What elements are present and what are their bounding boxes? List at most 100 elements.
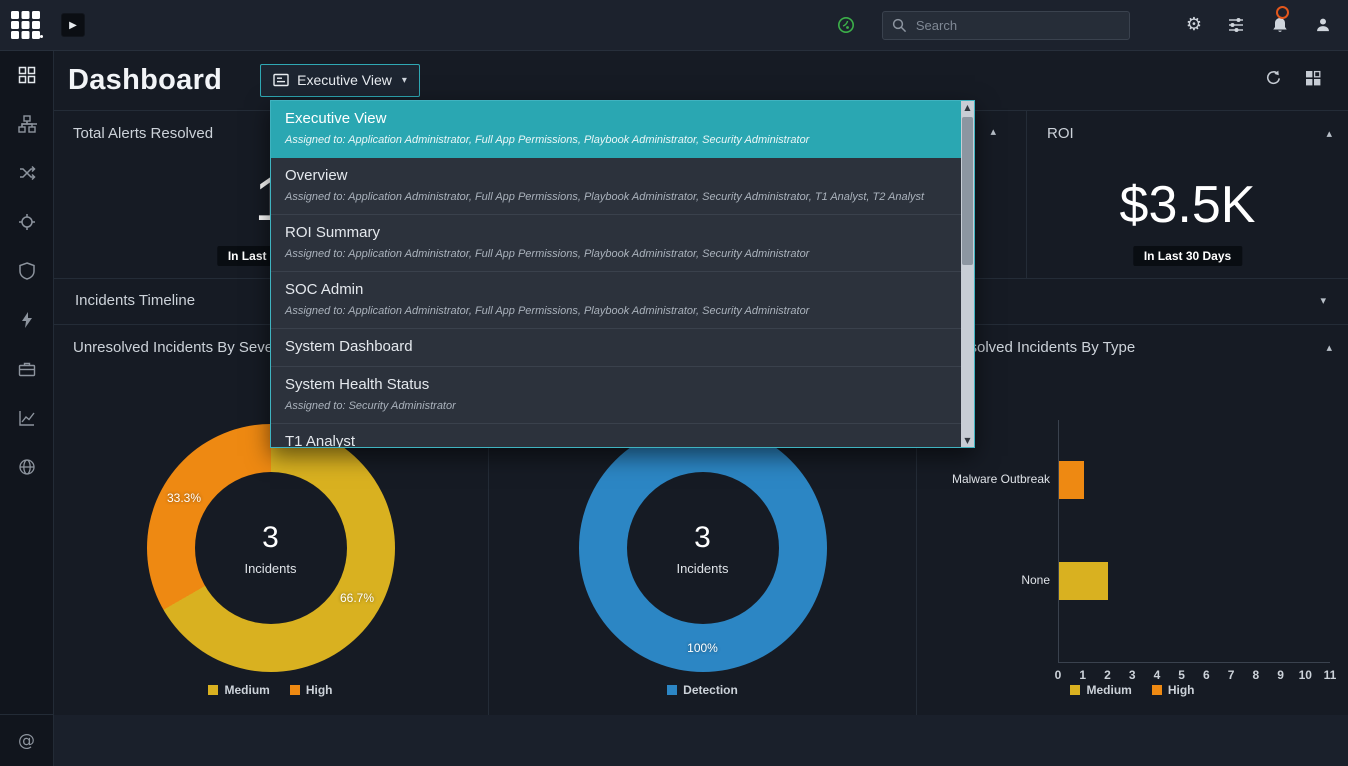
sidebar-item-dashboard[interactable] [0,50,53,99]
donut-center: 3 Incidents [627,472,779,624]
page-title: Dashboard [68,64,222,97]
type-bar-chart[interactable]: 01234567891011 Malware OutbreakNone [917,420,1330,695]
expand-icon[interactable]: ▾ [1320,294,1326,307]
bar-chart-x-axis: 01234567891011 [1058,668,1330,684]
scroll-down-icon[interactable]: ▼ [961,436,974,445]
bar-category-label: None [917,573,1050,587]
widget-title: Unresolved Incidents By Severity [73,339,293,356]
dropdown-item-assigned: Assigned to: Application Administrator, … [285,190,946,205]
refresh-icon[interactable] [1264,69,1282,87]
bolt-icon [17,310,37,330]
search-input[interactable] [914,17,1121,34]
widget-roi: ROI ▴ $3.5K In Last 30 Days [1026,111,1348,278]
dropdown-item-assigned: Assigned to: Application Administrator, … [285,304,946,319]
play-button[interactable]: ▶ [61,13,85,37]
donut-percent-label: 66.7% [340,591,374,605]
dropdown-item-label: ROI Summary [285,223,946,243]
dropdown-item-label: Executive View [285,109,946,129]
legend-label: High [306,683,333,697]
scroll-up-icon[interactable]: ▲ [961,103,974,112]
bar-category-label: Malware Outbreak [917,472,1050,486]
legend-swatch [290,685,300,695]
dropdown-item-assigned: Assigned to: Application Administrator, … [285,133,946,148]
sidebar-item-shuffle[interactable] [0,148,53,197]
bar-chart-plot-area [1058,420,1330,663]
widget-title: Incidents Timeline [75,292,195,309]
app-logo[interactable] [11,11,41,39]
x-axis-tick-label: 9 [1277,668,1284,682]
bar[interactable] [1059,461,1084,499]
search-icon [891,17,908,34]
sidebar-item-globe[interactable] [0,442,53,491]
search-box[interactable] [882,11,1130,40]
user-avatar-icon[interactable] [1314,16,1332,34]
shield-icon [17,261,37,281]
sidebar-item-hierarchy[interactable] [0,99,53,148]
sliders-icon[interactable] [1226,15,1246,35]
widget-unresolved-by-type: Unresolved Incidents By Type ▴ 012345678… [916,325,1348,715]
x-axis-tick-label: 4 [1154,668,1161,682]
chart-legend: Medium High [917,683,1348,697]
sidebar-item-chart[interactable] [0,393,53,442]
donut-center-label: Incidents [676,561,728,576]
dropdown-item-overview[interactable]: Overview Assigned to: Application Admini… [271,158,974,215]
left-sidebar: @ [0,50,54,766]
dropdown-item-label: T1 Analyst [285,432,946,448]
customize-widgets-icon[interactable] [1304,69,1322,87]
dropdown-item-label: Overview [285,166,946,186]
donut-center-label: Incidents [244,561,296,576]
view-selector-icon [273,73,289,87]
chevron-down-icon: ▾ [402,75,407,86]
chart-legend: Medium High [53,683,488,697]
chart-legend: Detection [489,683,916,697]
legend-swatch [208,685,218,695]
scrollbar-thumb[interactable] [962,117,973,265]
settings-gear-icon[interactable]: ⚙ [1186,16,1202,34]
x-axis-tick-label: 5 [1178,668,1185,682]
legend-label: Medium [224,683,269,697]
kpi-value: $3.5K [1027,177,1348,234]
donut-center-value: 3 [262,521,279,555]
dropdown-item-executive-view[interactable]: Executive View Assigned to: Application … [271,101,974,158]
notification-dot [1276,6,1289,19]
widget-title: ROI [1047,125,1074,142]
dropdown-item-roi-summary[interactable]: ROI Summary Assigned to: Application Adm… [271,215,974,272]
health-status-icon[interactable] [836,15,856,35]
legend-item[interactable]: High [290,683,333,697]
x-axis-tick-label: 11 [1324,668,1337,682]
phase-donut-chart[interactable]: 3 Incidents 100% [579,424,827,672]
view-selector-button[interactable]: Executive View ▾ [260,64,420,97]
dropdown-scrollbar[interactable]: ▲ ▼ [961,101,974,447]
sidebar-item-briefcase[interactable] [0,344,53,393]
sidebar-item-bolt[interactable] [0,295,53,344]
bar[interactable] [1059,562,1108,600]
sidebar-item-mentions[interactable]: @ [0,714,53,766]
legend-item[interactable]: Medium [1070,683,1131,697]
legend-swatch [1070,685,1080,695]
at-sign-icon: @ [18,731,35,751]
top-navigation-bar: ▶ ⚙ [0,0,1348,51]
crosshair-icon [17,212,37,232]
sidebar-item-shield[interactable] [0,246,53,295]
collapse-icon[interactable]: ▴ [990,125,996,138]
x-axis-tick-label: 2 [1104,668,1111,682]
legend-item[interactable]: Detection [667,683,738,697]
chart-icon [17,408,37,428]
collapse-icon[interactable]: ▴ [1326,341,1332,354]
x-axis-tick-label: 0 [1055,668,1062,682]
sidebar-item-crosshair[interactable] [0,197,53,246]
dropdown-item-soc-admin[interactable]: SOC Admin Assigned to: Application Admin… [271,272,974,329]
notifications-bell-icon[interactable] [1270,15,1290,35]
x-axis-tick-label: 1 [1079,668,1086,682]
collapse-icon[interactable]: ▴ [1326,127,1332,140]
bottom-panel [53,715,1348,766]
x-axis-tick-label: 10 [1299,668,1312,682]
legend-item[interactable]: Medium [208,683,269,697]
x-axis-tick-label: 3 [1129,668,1136,682]
dashboard-view-dropdown: Executive View Assigned to: Application … [270,100,975,448]
dropdown-item-system-dashboard[interactable]: System Dashboard [271,329,974,367]
dropdown-item-t1-analyst[interactable]: T1 Analyst [271,424,974,448]
legend-item[interactable]: High [1152,683,1195,697]
severity-donut-chart[interactable]: 3 Incidents 66.7%33.3% [147,424,395,672]
dropdown-item-system-health-status[interactable]: System Health Status Assigned to: Securi… [271,367,974,424]
